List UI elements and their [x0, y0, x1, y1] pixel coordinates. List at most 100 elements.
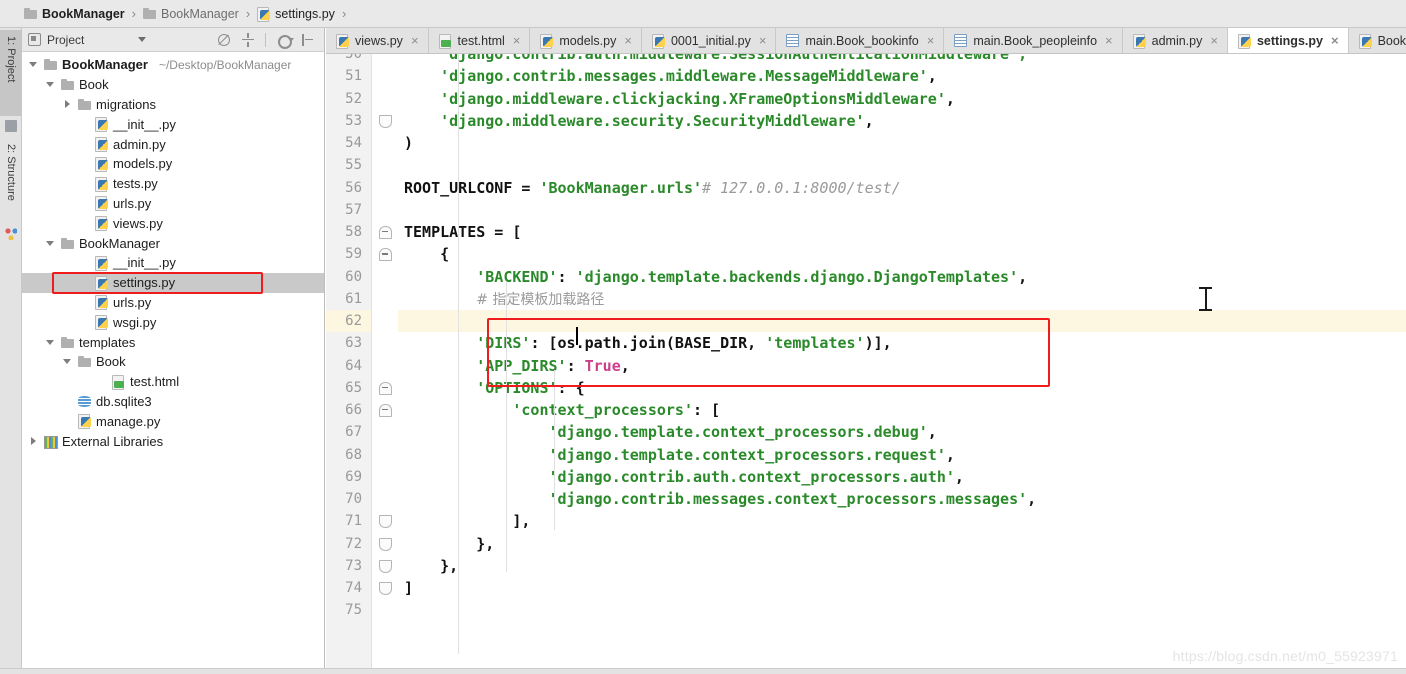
- collapse-all-icon[interactable]: [241, 32, 255, 47]
- code-line[interactable]: 'context_processors': [: [398, 399, 1406, 421]
- breadcrumb-item-settings-py[interactable]: settings.py: [257, 6, 335, 22]
- locate-target-icon[interactable]: [217, 33, 231, 47]
- code-line[interactable]: },: [398, 533, 1406, 555]
- code-editor[interactable]: 50 51 52 53 54 55 56 57 58 59 60 61 62 63 64 65 66 67 68 69…: [326, 54, 1406, 674]
- editor-tab-main-book-peopleinfo[interactable]: main.Book_peopleinfo ×: [944, 28, 1123, 53]
- editor-tab-bookmanager-u[interactable]: BookManager/u×: [1348, 28, 1406, 53]
- chevron-down-icon[interactable]: [138, 37, 147, 42]
- code-token: ,: [620, 356, 630, 375]
- code-line[interactable]: 'django.contrib.messages.context_process…: [398, 488, 1406, 510]
- tree-toggle-down-icon[interactable]: [45, 337, 56, 348]
- fold-marker-icon[interactable]: [379, 559, 392, 573]
- code-line[interactable]: ]: [398, 577, 1406, 599]
- python-file-icon: [1358, 33, 1372, 49]
- code-line[interactable]: [398, 599, 1406, 621]
- code-fold-gutter[interactable]: [372, 54, 398, 674]
- python-file-icon: [78, 414, 91, 430]
- tree-item-settings-py[interactable]: settings.py: [22, 272, 324, 293]
- code-line[interactable]: },: [398, 555, 1406, 577]
- editor-tab-main-book-bookinfo[interactable]: main.Book_bookinfo ×: [776, 28, 945, 53]
- tree-item-urls-py[interactable]: urls.py: [22, 194, 324, 214]
- close-icon[interactable]: ×: [411, 34, 419, 47]
- tree-item-manage-py[interactable]: manage.py: [22, 411, 324, 431]
- gear-icon[interactable]: [276, 33, 294, 49]
- code-line[interactable]: 'DIRS': [os.path.join(BASE_DIR, 'templat…: [398, 332, 1406, 354]
- tree-item--init-py[interactable]: __init__.py: [22, 253, 324, 273]
- fold-marker-icon[interactable]: [379, 515, 392, 529]
- tree-item-test-html[interactable]: test.html: [22, 372, 324, 392]
- close-icon[interactable]: ×: [624, 34, 632, 47]
- tree-item-templates[interactable]: templates: [22, 332, 324, 352]
- tree-item-urls-py[interactable]: urls.py: [22, 293, 324, 313]
- fold-marker-icon[interactable]: [379, 582, 392, 595]
- tree-toggle-down-icon[interactable]: [45, 238, 56, 249]
- editor-tab-views-py[interactable]: views.py ×: [326, 28, 429, 53]
- fold-marker-icon[interactable]: [379, 537, 392, 551]
- line-number: 56: [345, 179, 362, 196]
- tree-item-bookmanager[interactable]: BookManager: [22, 233, 324, 253]
- code-line[interactable]: [398, 310, 1406, 333]
- tree-item-book[interactable]: Book: [22, 352, 324, 372]
- tree-item-label: views.py: [113, 215, 163, 231]
- editor-tab-test-html[interactable]: test.html ×: [428, 28, 531, 53]
- tree-item-admin-py[interactable]: admin.py: [22, 134, 324, 154]
- close-icon[interactable]: ×: [1331, 34, 1339, 47]
- editor-tab-models-py[interactable]: models.py ×: [530, 28, 642, 53]
- code-line[interactable]: ): [398, 132, 1406, 154]
- code-line[interactable]: {: [398, 243, 1406, 265]
- code-line[interactable]: ROOT_URLCONF = 'BookManager.urls'# 127.0…: [398, 177, 1406, 199]
- tree-item-external-libraries[interactable]: External Libraries: [22, 431, 324, 451]
- code-line[interactable]: 'django.middleware.security.SecurityMidd…: [398, 110, 1406, 132]
- project-tool-window: Project BookManager ~/Desktop/BookManager…: [22, 28, 325, 674]
- tree-item-db-sqlite3[interactable]: db.sqlite3: [22, 392, 324, 412]
- code-line[interactable]: [398, 199, 1406, 221]
- tree-toggle-right-icon[interactable]: [28, 436, 39, 447]
- breadcrumb-item-bookmanager[interactable]: BookManager: [143, 7, 239, 21]
- code-line[interactable]: [398, 154, 1406, 176]
- tree-item-bookmanager[interactable]: BookManager ~/Desktop/BookManager: [22, 55, 324, 75]
- editor-tab-admin-py[interactable]: admin.py ×: [1122, 28, 1228, 53]
- code-line[interactable]: ],: [398, 510, 1406, 532]
- fold-marker-icon[interactable]: [379, 248, 392, 262]
- tree-item-wsgi-py[interactable]: wsgi.py: [22, 312, 324, 332]
- editor-tab-settings-py[interactable]: settings.py ×: [1227, 28, 1349, 53]
- tool-window-button-project[interactable]: 1: Project: [0, 30, 22, 116]
- code-line[interactable]: 'django.middleware.clickjacking.XFrameOp…: [398, 88, 1406, 110]
- tree-item-migrations[interactable]: migrations: [22, 95, 324, 115]
- tree-toggle-right-icon[interactable]: [62, 99, 73, 110]
- code-content[interactable]: 'django.contrib.auth.middleware.SessionA…: [398, 54, 1406, 674]
- tree-item-book[interactable]: Book: [22, 75, 324, 95]
- breadcrumb-item-bookmanager[interactable]: BookManager: [24, 7, 125, 21]
- code-line[interactable]: 'django.contrib.auth.middleware.SessionA…: [398, 54, 1406, 65]
- tree-item-views-py[interactable]: views.py: [22, 213, 324, 233]
- code-line[interactable]: 'OPTIONS': {: [398, 377, 1406, 399]
- tree-item--init-py[interactable]: __init__.py: [22, 114, 324, 134]
- tree-toggle-down-icon[interactable]: [62, 356, 73, 367]
- tree-toggle-down-icon[interactable]: [45, 79, 56, 90]
- tree-toggle-down-icon[interactable]: [28, 59, 39, 70]
- fold-marker-icon[interactable]: [379, 226, 392, 239]
- tree-item-models-py[interactable]: models.py: [22, 154, 324, 174]
- close-icon[interactable]: ×: [513, 34, 521, 47]
- close-icon[interactable]: ×: [927, 34, 935, 47]
- close-icon[interactable]: ×: [1210, 34, 1218, 47]
- editor-tab-label: main.Book_bookinfo: [805, 33, 919, 48]
- editor-tab-0001-initial-py[interactable]: 0001_initial.py ×: [641, 28, 777, 53]
- code-line[interactable]: 'APP_DIRS': True,: [398, 355, 1406, 377]
- fold-marker-icon[interactable]: [379, 381, 392, 395]
- close-icon[interactable]: ×: [759, 34, 767, 47]
- close-icon[interactable]: ×: [1105, 34, 1113, 47]
- code-line[interactable]: 'django.contrib.auth.context_processors.…: [398, 466, 1406, 488]
- folder-icon: [61, 79, 74, 91]
- code-line[interactable]: 'django.contrib.messages.middleware.Mess…: [398, 65, 1406, 87]
- code-line[interactable]: 'django.template.context_processors.requ…: [398, 444, 1406, 466]
- fold-marker-icon[interactable]: [379, 114, 392, 128]
- code-line[interactable]: 'BACKEND': 'django.template.backends.dja…: [398, 266, 1406, 288]
- fold-marker-icon[interactable]: [379, 404, 392, 417]
- hide-panel-icon[interactable]: [300, 33, 314, 47]
- tree-item-tests-py[interactable]: tests.py: [22, 174, 324, 194]
- code-line[interactable]: TEMPLATES = [: [398, 221, 1406, 243]
- code-line[interactable]: 'django.template.context_processors.debu…: [398, 421, 1406, 443]
- line-number: 66: [345, 402, 362, 418]
- code-line[interactable]: # 指定模板加载路径: [398, 288, 1406, 310]
